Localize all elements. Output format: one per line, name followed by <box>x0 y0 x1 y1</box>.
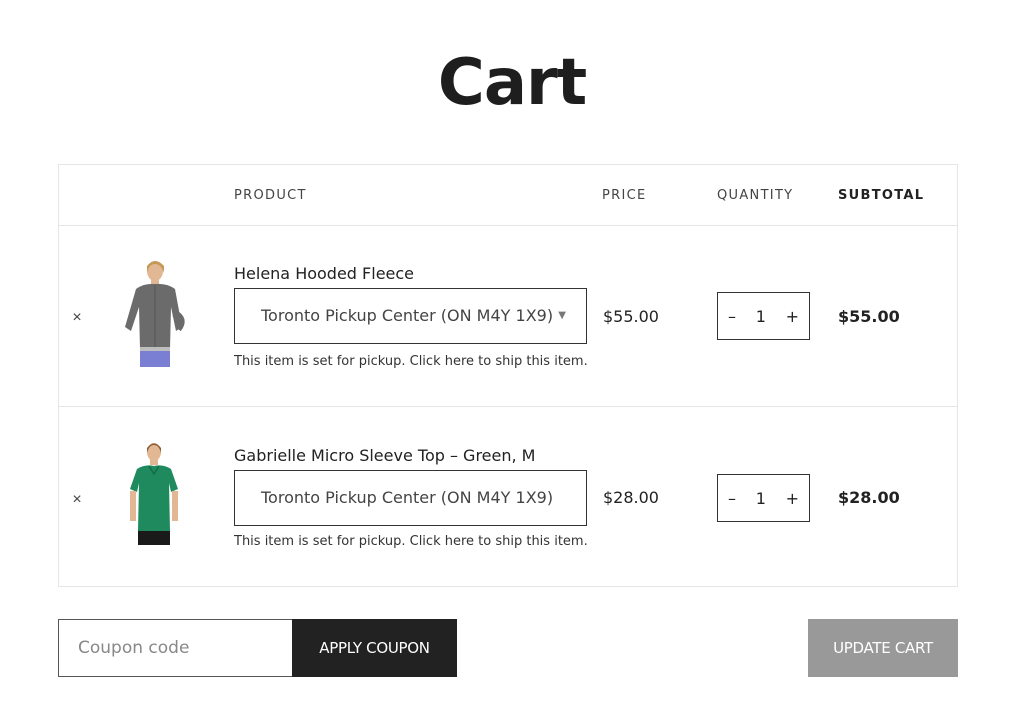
table-header-row: PRODUCT PRICE QUANTITY SUBTOTAL <box>59 165 957 226</box>
product-name-link[interactable]: Helena Hooded Fleece <box>234 264 414 283</box>
quantity-stepper: – 1 + <box>717 292 810 340</box>
item-subtotal: $28.00 <box>838 488 900 507</box>
remove-item-button[interactable]: × <box>69 492 85 508</box>
pickup-location-value: Toronto Pickup Center (ON M4Y 1X9) <box>261 306 554 325</box>
chevron-down-icon: ▼ <box>558 310 566 321</box>
header-subtotal: SUBTOTAL <box>838 188 925 203</box>
table-row: × Gabrielle Micro Sleeve Top – Green, M … <box>59 407 957 587</box>
header-price: PRICE <box>602 188 647 203</box>
item-price: $55.00 <box>603 307 659 326</box>
coupon-code-input[interactable]: Coupon code <box>58 619 293 677</box>
product-image-gabrielle-micro-sleeve-top[interactable] <box>114 439 194 551</box>
apply-coupon-button[interactable]: APPLY COUPON <box>292 619 457 677</box>
qty-decrease-button[interactable]: – <box>728 307 736 326</box>
item-price: $28.00 <box>603 488 659 507</box>
remove-item-button[interactable]: × <box>69 310 85 326</box>
header-product: PRODUCT <box>234 188 307 203</box>
header-quantity: QUANTITY <box>717 188 794 203</box>
cart-table: PRODUCT PRICE QUANTITY SUBTOTAL × Helena… <box>58 164 958 587</box>
product-name-link[interactable]: Gabrielle Micro Sleeve Top – Green, M <box>234 446 535 465</box>
item-subtotal: $55.00 <box>838 307 900 326</box>
qty-input[interactable]: 1 <box>756 307 766 326</box>
qty-increase-button[interactable]: + <box>786 489 799 508</box>
table-row: × Helena Hooded Fleece Toronto Pickup Ce… <box>59 226 957 407</box>
quantity-stepper: – 1 + <box>717 474 810 522</box>
update-cart-button[interactable]: UPDATE CART <box>808 619 958 677</box>
qty-input[interactable]: 1 <box>756 489 766 508</box>
qty-decrease-button[interactable]: – <box>728 489 736 508</box>
pickup-location-select[interactable]: Toronto Pickup Center (ON M4Y 1X9) <box>234 470 587 526</box>
page-title: Cart <box>437 46 587 120</box>
product-image-helena-hooded-fleece[interactable] <box>114 257 194 369</box>
pickup-note-link[interactable]: This item is set for pickup. Click here … <box>234 534 588 549</box>
pickup-location-value: Toronto Pickup Center (ON M4Y 1X9) <box>261 488 554 507</box>
qty-increase-button[interactable]: + <box>786 307 799 326</box>
pickup-note-link[interactable]: This item is set for pickup. Click here … <box>234 354 588 369</box>
pickup-location-select[interactable]: Toronto Pickup Center (ON M4Y 1X9) ▼ <box>234 288 587 344</box>
